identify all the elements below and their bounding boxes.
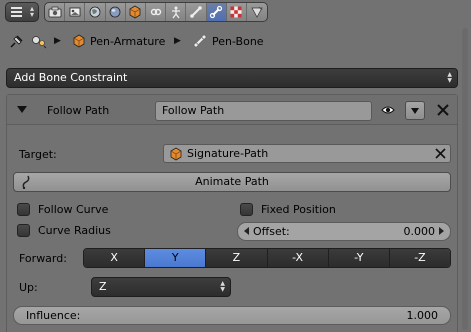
bone-constraint-icon[interactable] <box>206 3 227 21</box>
forward-axis-group: X Y Z -X -Y -Z <box>83 248 451 268</box>
armature-object-icon <box>73 34 85 48</box>
clear-icon[interactable] <box>434 147 447 160</box>
chevron-down-icon <box>411 108 419 114</box>
object-icon[interactable] <box>106 3 126 21</box>
forward-neg-y-button[interactable]: -Y <box>328 249 390 267</box>
chevron-updown-icon: ▲ ▼ <box>220 280 225 293</box>
editor-type-icon <box>11 7 22 18</box>
breadcrumb-bone[interactable]: Pen-Bone <box>193 34 264 48</box>
breadcrumb-separator-icon: ▶ <box>54 36 61 46</box>
offset-field[interactable]: Offset: 0.000 <box>237 222 451 241</box>
up-label: Up: <box>19 281 38 294</box>
properties-tabs <box>44 2 268 22</box>
texture-icon[interactable] <box>247 3 267 21</box>
eye-icon[interactable] <box>381 104 395 116</box>
constraint-header: Follow Path Follow Path <box>7 95 457 125</box>
chevron-updown-icon: ▲ ▼ <box>447 71 452 84</box>
pin-icon[interactable] <box>8 34 24 50</box>
forward-neg-z-button[interactable]: -Z <box>389 249 450 267</box>
forward-z-button[interactable]: Z <box>206 249 268 267</box>
offset-value: 0.000 <box>403 225 436 238</box>
animate-path-label: Animate Path <box>195 175 269 188</box>
checkbox-box[interactable] <box>17 224 30 237</box>
constraint-name-field[interactable]: Follow Path <box>155 101 372 121</box>
forward-y-button[interactable]: Y <box>145 249 207 267</box>
offset-label: Offset: <box>253 225 290 238</box>
influence-value: 1.000 <box>406 309 439 322</box>
target-value: Signature-Path <box>187 147 269 160</box>
up-axis-value: Z <box>99 280 107 293</box>
curve-radius-label: Curve Radius <box>38 224 111 237</box>
decrement-arrow-icon[interactable] <box>244 227 249 235</box>
target-field[interactable]: Signature-Path <box>163 144 451 163</box>
forward-x-button[interactable]: X <box>84 249 146 267</box>
follow-curve-label: Follow Curve <box>38 203 109 216</box>
breadcrumb-armature-label: Pen-Armature <box>90 34 166 48</box>
influence-label: Influence: <box>26 309 81 322</box>
curve-object-icon <box>170 147 182 161</box>
close-icon[interactable] <box>435 102 451 118</box>
target-label: Target: <box>19 148 57 161</box>
up-axis-dropdown[interactable]: Z ▲ ▼ <box>91 277 231 297</box>
constraint-panel: Follow Path Follow Path Target: Signatur… <box>6 94 458 332</box>
scrollbar[interactable] <box>462 28 468 330</box>
chevron-updown-icon: ▴ ▾ <box>29 4 34 19</box>
bone-icon <box>193 34 207 48</box>
world-icon[interactable] <box>85 3 106 21</box>
modifiers-icon[interactable] <box>146 3 167 21</box>
scene-icon[interactable] <box>65 3 86 21</box>
editor-type-button[interactable]: ▴ ▾ <box>5 2 39 22</box>
forward-label: Forward: <box>19 252 67 265</box>
material-icon[interactable] <box>227 3 247 21</box>
curve-radius-checkbox[interactable]: Curve Radius <box>17 224 111 237</box>
bone-icon[interactable] <box>186 3 207 21</box>
collapse-triangle-icon[interactable] <box>17 106 27 113</box>
breadcrumb: ▶ Pen-Armature ▶ Pen-Bone <box>0 30 471 54</box>
render-icon[interactable] <box>45 3 66 21</box>
fixed-position-checkbox[interactable]: Fixed Position <box>240 203 336 216</box>
breadcrumb-bone-label: Pen-Bone <box>212 34 264 48</box>
add-bone-constraint-label: Add Bone Constraint <box>14 71 128 84</box>
influence-slider[interactable]: Influence: 1.000 <box>13 306 451 325</box>
data-icon[interactable] <box>166 3 187 21</box>
constraint-menu-button[interactable] <box>405 101 425 120</box>
follow-curve-checkbox[interactable]: Follow Curve <box>17 203 108 216</box>
increment-arrow-icon[interactable] <box>439 227 444 235</box>
checkbox-box[interactable] <box>240 203 253 216</box>
animate-path-button[interactable]: Animate Path <box>13 172 451 192</box>
armature-data-icon[interactable] <box>30 34 48 50</box>
breadcrumb-separator-icon: ▶ <box>174 36 181 46</box>
add-bone-constraint-dropdown[interactable]: Add Bone Constraint ▲ ▼ <box>6 68 458 88</box>
breadcrumb-armature[interactable]: Pen-Armature <box>72 34 165 48</box>
curve-path-icon <box>22 175 30 189</box>
checkbox-box[interactable] <box>17 203 30 216</box>
properties-header: ▴ ▾ <box>0 0 471 25</box>
fixed-position-label: Fixed Position <box>261 203 336 216</box>
forward-neg-x-button[interactable]: -X <box>267 249 329 267</box>
constraints-icon[interactable] <box>126 3 146 21</box>
constraint-type-label: Follow Path <box>47 104 110 117</box>
